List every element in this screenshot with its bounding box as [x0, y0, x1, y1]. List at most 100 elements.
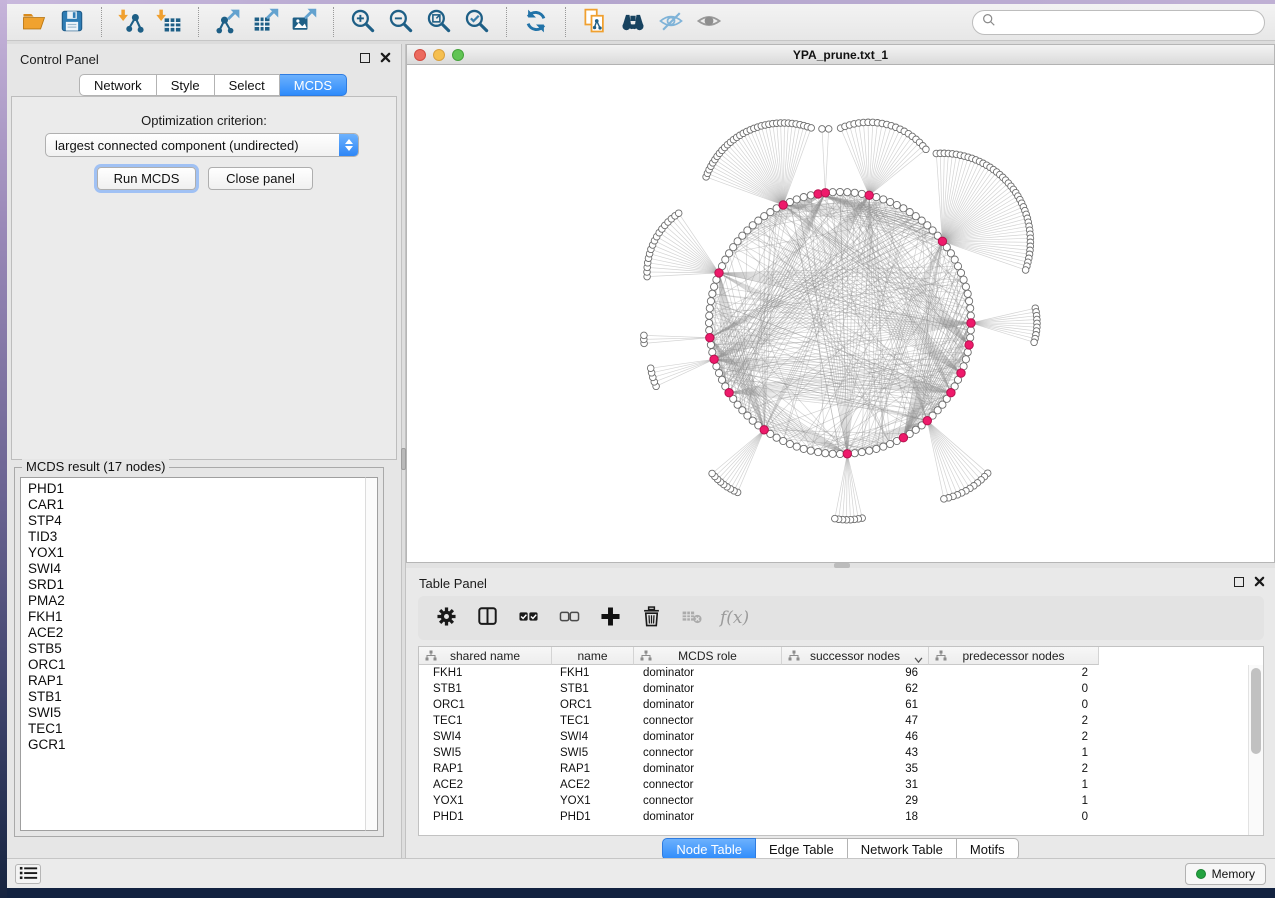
zoom-fit-button[interactable] — [421, 6, 457, 39]
network-node[interactable] — [858, 449, 865, 456]
delete-button[interactable] — [638, 605, 664, 631]
network-node[interactable] — [705, 319, 712, 326]
table-row[interactable]: TEC1TEC1connector472 — [419, 713, 1248, 729]
mcds-result-item[interactable]: SWI4 — [28, 561, 366, 577]
select-all-button[interactable] — [515, 605, 541, 631]
mcds-node[interactable] — [865, 191, 873, 199]
column-header-shared-name[interactable]: shared name — [419, 647, 552, 665]
column-header-successor-nodes[interactable]: successor nodes — [782, 647, 929, 665]
network-node[interactable] — [832, 515, 839, 522]
tab-network[interactable]: Network — [79, 74, 157, 96]
zoom-selected-button[interactable] — [459, 6, 495, 39]
network-node[interactable] — [941, 496, 948, 503]
network-node[interactable] — [893, 201, 900, 208]
float-panel-icon[interactable] — [360, 53, 370, 63]
network-node[interactable] — [967, 312, 974, 319]
network-node[interactable] — [923, 146, 930, 153]
network-node[interactable] — [793, 443, 800, 450]
table-row[interactable]: RAP1RAP1dominator352 — [419, 761, 1248, 777]
memory-button[interactable]: Memory — [1185, 863, 1266, 885]
close-panel-icon[interactable] — [1254, 576, 1265, 587]
mcds-result-scrollbar[interactable] — [365, 477, 378, 831]
network-node[interactable] — [706, 312, 713, 319]
network-node[interactable] — [641, 332, 648, 339]
network-node[interactable] — [786, 440, 793, 447]
network-node[interactable] — [707, 298, 714, 305]
network-node[interactable] — [1031, 339, 1038, 346]
mcds-result-item[interactable]: RAP1 — [28, 673, 366, 689]
network-node[interactable] — [819, 126, 826, 133]
network-node[interactable] — [808, 125, 815, 132]
network-node[interactable] — [887, 440, 894, 447]
network-node[interactable] — [866, 447, 873, 454]
network-node[interactable] — [964, 349, 971, 356]
network-node[interactable] — [966, 298, 973, 305]
mcds-node[interactable] — [715, 269, 723, 277]
network-node[interactable] — [858, 190, 865, 197]
mcds-node[interactable] — [706, 334, 714, 342]
show-columns-button[interactable] — [474, 605, 500, 631]
mcds-node[interactable] — [710, 355, 718, 363]
mcds-node[interactable] — [967, 319, 975, 327]
search-input[interactable] — [1002, 14, 1255, 31]
network-node[interactable] — [960, 276, 967, 283]
mcds-node[interactable] — [821, 189, 829, 197]
open-file-button[interactable] — [16, 6, 52, 39]
network-node[interactable] — [844, 189, 851, 196]
network-node[interactable] — [807, 447, 814, 454]
table-row[interactable]: FKH1FKH1dominator962 — [419, 665, 1248, 681]
network-node[interactable] — [873, 445, 880, 452]
column-header-name[interactable]: name — [552, 647, 634, 665]
network-node[interactable] — [647, 365, 654, 372]
import-table-button[interactable] — [151, 6, 187, 39]
network-node[interactable] — [851, 189, 858, 196]
network-node[interactable] — [967, 334, 974, 341]
run-mcds-button[interactable]: Run MCDS — [97, 167, 196, 190]
mcds-result-item[interactable]: STB1 — [28, 689, 366, 705]
network-node[interactable] — [807, 192, 814, 199]
mcds-result-item[interactable]: SWI5 — [28, 705, 366, 721]
mcds-result-item[interactable]: ORC1 — [28, 657, 366, 673]
network-node[interactable] — [836, 188, 843, 195]
mcds-node[interactable] — [899, 434, 907, 442]
mcds-node[interactable] — [725, 389, 733, 397]
zoom-in-button[interactable] — [345, 6, 381, 39]
tab-select[interactable]: Select — [215, 74, 280, 96]
network-node[interactable] — [851, 450, 858, 457]
save-session-button[interactable] — [54, 6, 90, 39]
network-node[interactable] — [711, 283, 718, 290]
mcds-node[interactable] — [760, 426, 768, 434]
network-node[interactable] — [967, 327, 974, 334]
mcds-result-item[interactable]: STP4 — [28, 513, 366, 529]
network-canvas[interactable] — [407, 65, 1274, 562]
network-node[interactable] — [825, 126, 832, 133]
network-node[interactable] — [829, 450, 836, 457]
network-node[interactable] — [829, 189, 836, 196]
network-node[interactable] — [880, 196, 887, 203]
tab-style[interactable]: Style — [157, 74, 215, 96]
mcds-result-item[interactable]: TID3 — [28, 529, 366, 545]
tab-mcds[interactable]: MCDS — [280, 74, 347, 96]
mcds-result-item[interactable]: YOX1 — [28, 545, 366, 561]
table-row[interactable]: SWI5SWI5connector431 — [419, 745, 1248, 761]
table-row[interactable]: YOX1YOX1connector291 — [419, 793, 1248, 809]
export-network-button[interactable] — [210, 6, 246, 39]
tab-network-table[interactable]: Network Table — [848, 838, 957, 860]
mcds-node[interactable] — [957, 369, 965, 377]
mcds-result-item[interactable]: PMA2 — [28, 593, 366, 609]
mcds-result-item[interactable]: CAR1 — [28, 497, 366, 513]
mcds-node[interactable] — [779, 201, 787, 209]
copy-network-button[interactable] — [577, 6, 613, 39]
network-node[interactable] — [780, 437, 787, 444]
criterion-dropdown[interactable]: largest connected component (undirected) — [45, 133, 359, 157]
network-node[interactable] — [800, 445, 807, 452]
mcds-node[interactable] — [843, 450, 851, 458]
table-row[interactable]: STB1STB1dominator620 — [419, 681, 1248, 697]
mcds-node[interactable] — [947, 389, 955, 397]
network-node[interactable] — [951, 256, 958, 263]
mcds-result-item[interactable]: TEC1 — [28, 721, 366, 737]
table-scrollbar[interactable] — [1248, 665, 1263, 835]
add-column-button[interactable] — [597, 605, 623, 631]
mcds-result-item[interactable]: GCR1 — [28, 737, 366, 753]
tab-motifs[interactable]: Motifs — [957, 838, 1019, 860]
